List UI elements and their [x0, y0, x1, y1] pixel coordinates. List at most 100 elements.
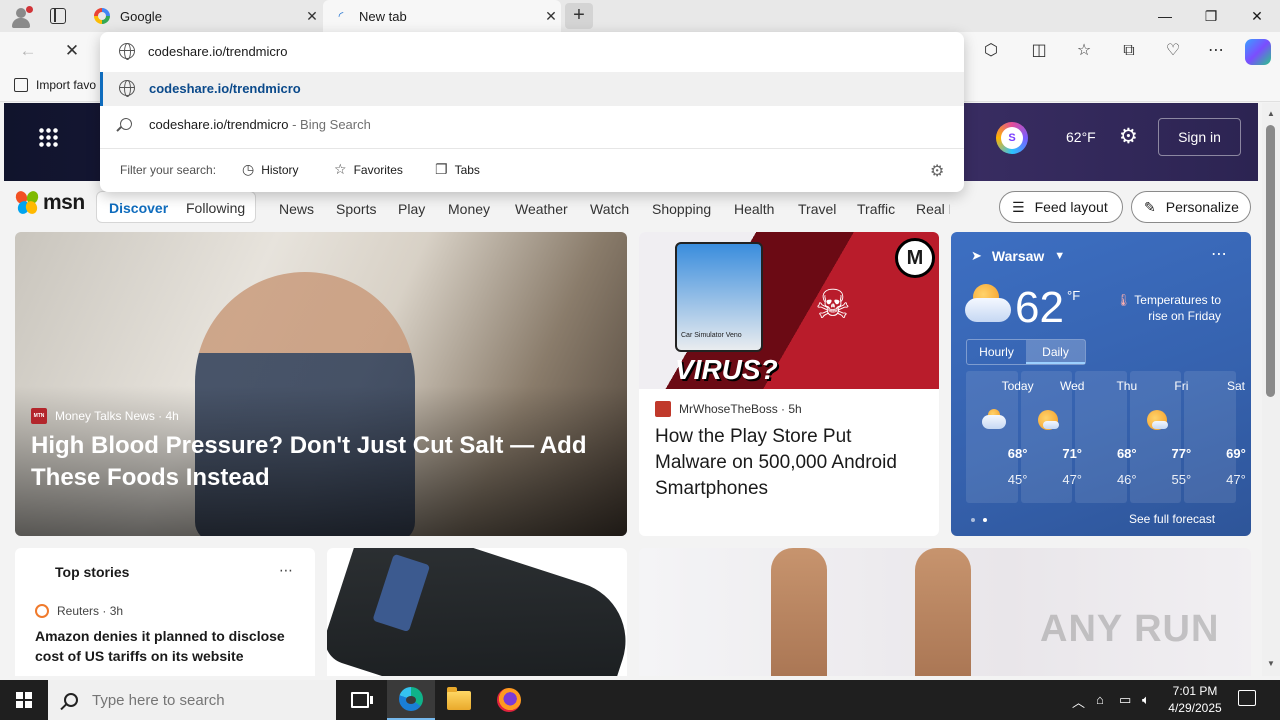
- suggestion-url[interactable]: codeshare.io/trendmicro: [100, 72, 964, 106]
- folder-icon: [447, 686, 471, 710]
- category-health[interactable]: Health: [734, 201, 774, 217]
- taskbar-search[interactable]: [48, 680, 336, 720]
- profile-icon[interactable]: [10, 6, 33, 28]
- more-options-icon[interactable]: ⋯: [1211, 244, 1227, 264]
- article-source: MTN Money Talks News · 4h: [31, 408, 179, 424]
- device-icon[interactable]: ⌂: [1096, 692, 1104, 707]
- partly-cloudy-icon: [965, 284, 1013, 326]
- network-icon[interactable]: ▭: [1119, 692, 1131, 708]
- header-temperature[interactable]: 62°F: [1066, 129, 1096, 145]
- category-weather[interactable]: Weather: [515, 201, 568, 217]
- restore-button[interactable]: ❐: [1188, 0, 1234, 32]
- category-news[interactable]: News: [279, 201, 314, 217]
- edge-icon: [399, 687, 423, 711]
- location-arrow-icon: ➤: [971, 248, 982, 263]
- scroll-down-icon[interactable]: ▼: [1267, 659, 1275, 668]
- category-money[interactable]: Money: [448, 201, 490, 217]
- article-title[interactable]: High Blood Pressure? Don't Just Cut Salt…: [31, 430, 611, 494]
- category-real-estate[interactable]: Real E: [916, 201, 950, 217]
- msn-logo[interactable]: msn: [13, 189, 85, 216]
- category-play[interactable]: Play: [398, 201, 425, 217]
- tab-google[interactable]: Google ✕: [84, 0, 322, 32]
- forecast-day[interactable]: Thu 68° 46°: [1075, 371, 1137, 503]
- browser-essentials-icon[interactable]: ♡: [1159, 38, 1187, 64]
- taskbar-search-input[interactable]: [92, 691, 322, 709]
- temperature-unit[interactable]: °F: [1067, 288, 1080, 303]
- tab-hourly[interactable]: Hourly: [967, 340, 1026, 364]
- category-traffic[interactable]: Traffic: [857, 201, 895, 217]
- search-settings-gear-icon[interactable]: ⚙: [930, 161, 944, 181]
- article-image: Car Simulator Veno ☠ M VIRUS?: [639, 232, 939, 389]
- product-card[interactable]: [327, 548, 627, 676]
- new-tab-button[interactable]: +: [565, 3, 593, 29]
- tab-daily[interactable]: Daily: [1026, 340, 1085, 364]
- weather-card[interactable]: ➤ Warsaw ▼ ⋯ 62 °F 🌡︎ Temperatures to ri…: [951, 232, 1251, 536]
- address-input-row: [100, 32, 964, 70]
- task-view-icon: [351, 692, 373, 708]
- tab-actions-icon[interactable]: [50, 8, 66, 24]
- chevron-up-icon[interactable]: ︿: [1072, 692, 1085, 711]
- collections-icon[interactable]: ⧉: [1115, 38, 1143, 64]
- start-button[interactable]: [0, 680, 48, 720]
- edge-taskbar-button[interactable]: [387, 680, 435, 720]
- address-input[interactable]: [148, 40, 928, 62]
- extensions-icon[interactable]: ⬡: [977, 38, 1005, 64]
- favorites-star-icon[interactable]: ☆: [1070, 38, 1098, 64]
- split-screen-icon[interactable]: ◫: [1025, 38, 1053, 64]
- copilot-icon[interactable]: [1245, 39, 1271, 65]
- taskbar: ︿ ⌂ ▭ 🔈︎ 7:01 PM 4/29/2025: [0, 680, 1280, 720]
- tab-following[interactable]: Following: [186, 200, 245, 216]
- tab-discover[interactable]: Discover: [109, 200, 168, 216]
- filter-favorites-button[interactable]: ☆ Favorites: [334, 161, 403, 178]
- stop-loading-button[interactable]: ✕: [58, 38, 86, 64]
- article-title[interactable]: Amazon denies it planned to disclose cos…: [35, 626, 295, 666]
- notifications-icon[interactable]: [1238, 690, 1256, 706]
- article-title[interactable]: How the Play Store Put Malware on 500,00…: [655, 424, 925, 502]
- sign-in-button[interactable]: Sign in: [1158, 118, 1241, 156]
- minimize-button[interactable]: —: [1142, 0, 1188, 32]
- close-window-button[interactable]: ✕: [1234, 0, 1280, 32]
- forecast-day[interactable]: Sat 69° 47°: [1184, 371, 1246, 503]
- clock[interactable]: 7:01 PM 4/29/2025: [1152, 683, 1238, 717]
- scroll-thumb[interactable]: [1266, 125, 1275, 397]
- back-button[interactable]: ←: [14, 38, 42, 64]
- feed-layout-button[interactable]: ☰ Feed layout: [999, 191, 1123, 223]
- tab-new-tab[interactable]: ◜ New tab ✕: [323, 0, 561, 32]
- task-view-button[interactable]: [336, 680, 384, 720]
- category-shopping[interactable]: Shopping: [652, 201, 711, 217]
- malware-article-card[interactable]: Car Simulator Veno ☠ M VIRUS? MrWhoseThe…: [639, 232, 939, 536]
- forecast-day[interactable]: Today 68° 45°: [966, 371, 1034, 503]
- apps-grid-icon[interactable]: [38, 127, 58, 147]
- search-filter-row: Filter your search: ◷ History ☆ Favorites …: [100, 148, 964, 192]
- close-tab-icon[interactable]: ✕: [541, 8, 561, 25]
- more-options-icon[interactable]: ⋯: [279, 562, 293, 579]
- category-sports[interactable]: Sports: [336, 201, 376, 217]
- filter-tabs-button[interactable]: ❐ Tabs: [435, 161, 480, 178]
- vertical-scrollbar[interactable]: ▲ ▼: [1262, 103, 1280, 676]
- settings-more-icon[interactable]: ⋯: [1202, 38, 1230, 64]
- source-logo: [655, 401, 671, 417]
- top-stories-card[interactable]: Top stories ⋯ Reuters · 3h Amazon denies…: [15, 548, 315, 676]
- weather-location[interactable]: ➤ Warsaw ▼: [971, 248, 1065, 264]
- scroll-up-icon[interactable]: ▲: [1267, 109, 1275, 118]
- hero-article-card[interactable]: MTN Money Talks News · 4h High Blood Pre…: [15, 232, 627, 536]
- import-favorites-button[interactable]: Import favo: [14, 78, 96, 92]
- suggestion-search[interactable]: codeshare.io/trendmicro - Bing Search: [100, 108, 964, 142]
- watermark: ANY RUN: [1040, 608, 1220, 650]
- volume-icon[interactable]: 🔈︎: [1142, 692, 1150, 708]
- category-watch[interactable]: Watch: [590, 201, 629, 217]
- thermometer-icon: 🌡︎: [1115, 293, 1132, 307]
- forecast-day[interactable]: Fri 77° 55°: [1129, 371, 1191, 503]
- see-full-forecast-link[interactable]: See full forecast: [1129, 512, 1215, 526]
- filter-history-button[interactable]: ◷ History: [242, 161, 299, 178]
- category-travel[interactable]: Travel: [798, 201, 836, 217]
- file-explorer-button[interactable]: [435, 680, 483, 720]
- reuters-logo-icon: [35, 604, 49, 618]
- firefox-button[interactable]: [485, 680, 533, 720]
- rewards-icon[interactable]: S: [996, 122, 1028, 154]
- close-tab-icon[interactable]: ✕: [302, 8, 322, 25]
- page-settings-gear-icon[interactable]: ⚙: [1119, 124, 1138, 149]
- carousel-dots[interactable]: [971, 517, 991, 523]
- forecast-day[interactable]: Wed 71° 47°: [1020, 371, 1084, 503]
- personalize-button[interactable]: ✎ Personalize: [1131, 191, 1251, 223]
